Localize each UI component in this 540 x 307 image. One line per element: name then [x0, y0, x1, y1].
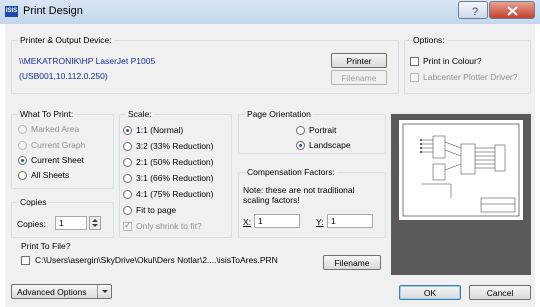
- current-sheet-radio[interactable]: [18, 156, 27, 165]
- labcenter-plotter-checkbox: [410, 73, 419, 82]
- printer-device-port: (USB001,10.112.0.250): [19, 71, 108, 81]
- help-glyph: ?: [472, 6, 478, 18]
- landscape-radio[interactable]: [296, 141, 305, 150]
- copies-label: Copies:: [17, 219, 46, 229]
- y-factor-input[interactable]: 1: [327, 214, 373, 228]
- scale-legend: Scale:: [126, 109, 154, 119]
- compensation-legend: Compensation Factors:: [245, 167, 337, 177]
- portrait-label[interactable]: Portrait: [309, 125, 336, 135]
- cancel-button[interactable]: Cancel: [469, 285, 531, 300]
- only-shrink-checkbox: [123, 220, 132, 231]
- scale-1-1-radio[interactable]: [123, 126, 132, 135]
- dialog-body: Printer & Output Device: \\MEKATRONIK\HP…: [5, 24, 535, 307]
- chevron-down-icon: [97, 285, 111, 298]
- options-group: Options:: [404, 35, 531, 94]
- print-to-file-legend: Print To File?: [21, 241, 71, 251]
- printer-device-name: \\MEKATRONIK\HP LaserJet P1005: [19, 56, 156, 66]
- compensation-group: Compensation Factors:: [238, 167, 386, 238]
- fit-to-page-label[interactable]: Fit to page: [136, 205, 176, 215]
- fit-to-page-radio[interactable]: [123, 206, 132, 215]
- copies-stepper[interactable]: [89, 216, 101, 230]
- help-button[interactable]: ?: [458, 1, 488, 19]
- print-to-file-filename-button[interactable]: Filename: [323, 255, 381, 270]
- scale-4-1-label[interactable]: 4:1 (75% Reduction): [136, 189, 214, 199]
- help-icon: ?: [472, 6, 478, 18]
- print-in-colour-checkbox[interactable]: [410, 57, 419, 66]
- scale-3-1-label[interactable]: 3:1 (66% Reduction): [136, 173, 214, 183]
- print-to-file-checkbox[interactable]: [21, 256, 30, 265]
- x-factor-input[interactable]: 1: [254, 214, 300, 228]
- scale-4-1-radio[interactable]: [123, 190, 132, 199]
- print-preview: [391, 114, 531, 275]
- printer-legend: Printer & Output Device:: [18, 35, 114, 45]
- portrait-radio[interactable]: [296, 126, 305, 135]
- current-graph-label: Current Graph: [31, 140, 86, 150]
- close-button[interactable]: [489, 1, 535, 19]
- print-in-colour-label: Print in Colour?: [423, 56, 482, 66]
- what-to-print-legend: What To Print:: [18, 109, 76, 119]
- all-sheets-radio[interactable]: [18, 171, 27, 180]
- printer-button[interactable]: Printer: [331, 53, 387, 68]
- copies-input[interactable]: 1: [55, 216, 87, 230]
- marked-area-label: Marked Area: [31, 124, 80, 134]
- advanced-options-button[interactable]: Advanced Options: [11, 284, 112, 299]
- window-title: Print Design: [23, 5, 83, 17]
- compensation-note-line-2: scaling factors!: [243, 195, 300, 205]
- printer-filename-button: Filename: [331, 70, 387, 85]
- scale-3-1-radio[interactable]: [123, 174, 132, 183]
- scale-2-1-radio[interactable]: [123, 158, 132, 167]
- only-shrink-label: Only shrink to fit?: [136, 221, 202, 231]
- current-sheet-label[interactable]: Current Sheet: [31, 155, 84, 165]
- ok-button[interactable]: OK: [399, 285, 461, 300]
- labcenter-plotter-label: Labcenter Plotter Driver?: [423, 72, 518, 82]
- close-icon: [507, 6, 518, 16]
- scale-1-1-label[interactable]: 1:1 (Normal): [136, 125, 183, 135]
- y-factor-label: Y:: [316, 217, 324, 227]
- current-graph-radio: [18, 141, 27, 150]
- scale-3-2-label[interactable]: 3:2 (33% Reduction): [136, 141, 214, 151]
- title-bar[interactable]: ISIS Print Design ?: [0, 0, 540, 24]
- x-factor-label: X:: [243, 217, 252, 227]
- print-to-file-path: C:\Users\asergin\SkyDrive\Okul\Ders Notl…: [35, 255, 278, 265]
- compensation-note-line-1: Note: these are not traditional: [243, 185, 355, 195]
- schematic-preview-icon: [399, 120, 523, 220]
- page-orientation-legend: Page Orientation: [245, 109, 313, 119]
- stepper-arrows-icon: [92, 219, 98, 227]
- landscape-label[interactable]: Landscape: [309, 140, 351, 150]
- marked-area-radio: [18, 125, 27, 134]
- advanced-options-label: Advanced Options: [17, 286, 87, 297]
- options-legend: Options:: [411, 35, 447, 45]
- app-icon: ISIS: [5, 6, 18, 17]
- all-sheets-label[interactable]: All Sheets: [31, 170, 69, 180]
- copies-legend: Copies: [18, 197, 49, 207]
- scale-2-1-label[interactable]: 2:1 (50% Reduction): [136, 157, 214, 167]
- scale-3-2-radio[interactable]: [123, 142, 132, 151]
